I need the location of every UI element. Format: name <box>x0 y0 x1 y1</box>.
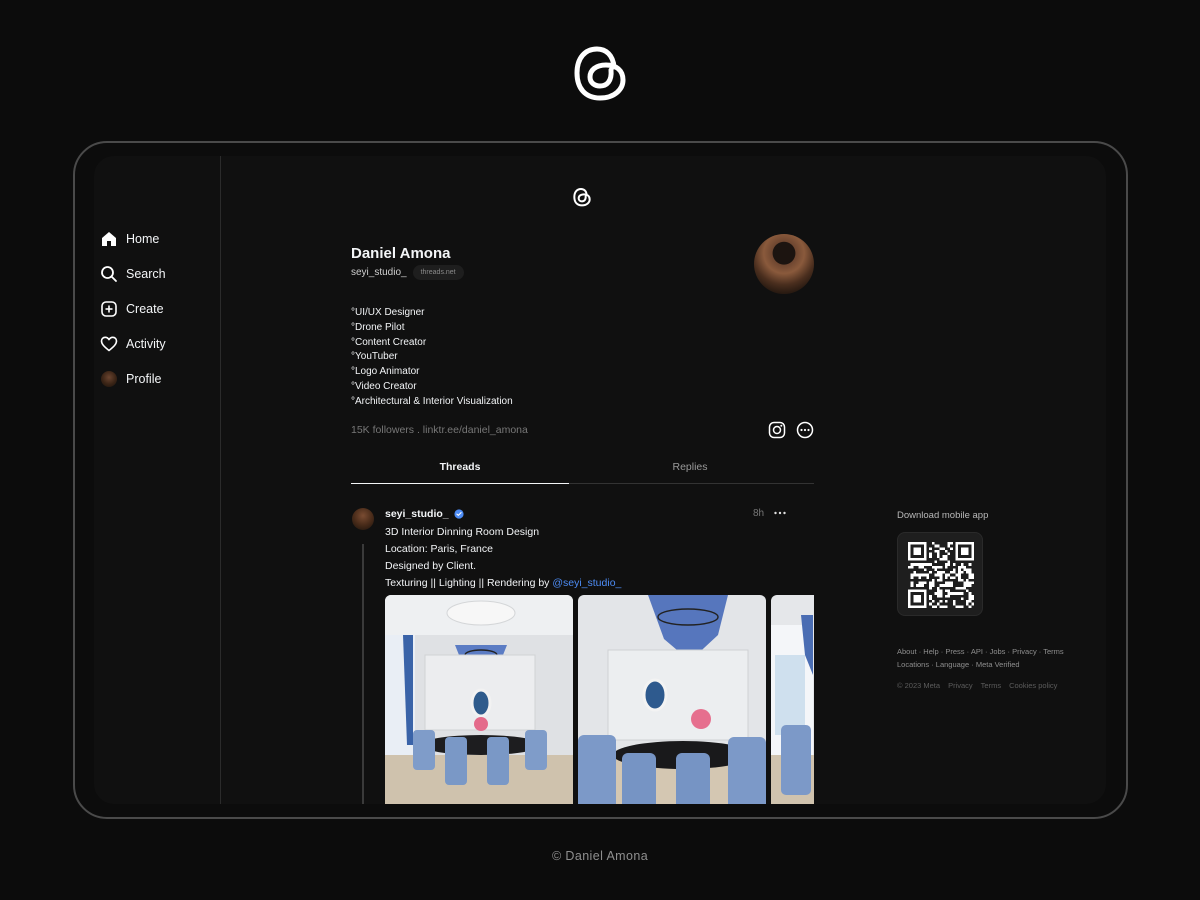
designer-credit: © Daniel Amona <box>551 849 649 863</box>
post-image[interactable] <box>771 595 814 804</box>
profile-name: Daniel Amona <box>351 245 451 262</box>
footer-link[interactable]: Cookies policy <box>1009 681 1057 690</box>
footer-link[interactable]: Help <box>923 647 938 656</box>
download-app-label: Download mobile app <box>897 510 989 521</box>
sidebar-item-search[interactable]: Search <box>100 263 166 285</box>
tab-replies[interactable]: Replies <box>581 454 799 484</box>
post-text-line: Texturing || Lighting || Rendering by @s… <box>385 575 621 592</box>
bio-line: °YouTuber <box>351 351 398 363</box>
bio-line: °Video Creator <box>351 380 417 392</box>
post-text-line: 3D Interior Dinning Room Design <box>385 526 540 538</box>
bio-line: °Drone Pilot <box>351 321 405 333</box>
footer-link[interactable]: About <box>897 647 917 656</box>
post-text-line: Designed by Client. <box>385 560 477 572</box>
footer-link[interactable]: API <box>971 647 983 656</box>
footer-link[interactable]: Privacy <box>948 681 973 690</box>
domain-badge[interactable]: threads.net <box>412 265 464 280</box>
footer-link[interactable]: Locations <box>897 660 929 669</box>
right-column: Download mobile app About · Help · Press… <box>897 156 1097 804</box>
profile-tabs: Threads Replies <box>351 454 814 484</box>
dining-room-render-image <box>385 595 573 804</box>
profile-avatar[interactable] <box>754 234 814 294</box>
bio-line: °Content Creator <box>351 336 427 348</box>
footer-links: About · Help · Press · API · Jobs · Priv… <box>897 647 1064 669</box>
post-media-carousel[interactable] <box>385 595 814 804</box>
post-image[interactable] <box>385 595 573 804</box>
footer-link[interactable]: Terms <box>1043 647 1063 656</box>
post-image[interactable] <box>578 595 766 804</box>
profile-main: Daniel Amona seyi_studio_ threads.net °U… <box>351 156 814 804</box>
sidebar-item-home[interactable]: Home <box>100 228 159 250</box>
sidebar-item-create[interactable]: Create <box>100 298 164 320</box>
instagram-icon[interactable] <box>768 421 786 439</box>
verified-badge-icon <box>454 509 464 519</box>
handle-row: seyi_studio_ threads.net <box>351 265 464 280</box>
post-author-name[interactable]: seyi_studio_ <box>385 508 449 520</box>
avatar <box>101 371 117 387</box>
bio-line: °UI/UX Designer <box>351 307 425 318</box>
sidebar-item-label: Profile <box>126 372 162 386</box>
sidebar-item-label: Create <box>126 302 164 316</box>
post-text-line: Location: Paris, France <box>385 543 493 555</box>
post-time: 8h <box>753 508 765 519</box>
threads-logo-icon <box>574 46 626 101</box>
avatar[interactable] <box>352 508 374 530</box>
bio-line: °Architectural & Interior Visualization <box>351 395 513 407</box>
sidebar-item-label: Search <box>126 267 166 281</box>
dining-room-render-image <box>771 595 814 804</box>
sidebar-item-label: Activity <box>126 337 166 351</box>
footer-link[interactable]: Terms <box>981 681 1001 690</box>
more-options-icon[interactable] <box>771 504 789 522</box>
post-text: Texturing || Lighting || Rendering by <box>385 577 553 589</box>
qr-code[interactable] <box>897 532 983 616</box>
profile-bio: °UI/UX Designer °Drone Pilot °Content Cr… <box>351 306 513 410</box>
home-icon <box>102 232 116 246</box>
tab-threads[interactable]: Threads <box>351 454 569 484</box>
sidebar-item-label: Home <box>126 232 160 246</box>
thread-post: seyi_studio_ 8h 3D Interior Dinning Room… <box>351 504 814 804</box>
search-icon <box>101 266 117 282</box>
more-options-icon[interactable] <box>796 421 814 439</box>
post-body: 3D Interior Dinning Room Design Location… <box>385 524 621 592</box>
footer-bottom: © 2023 Meta Privacy Terms Cookies policy <box>897 681 1057 690</box>
create-icon <box>101 301 117 317</box>
app-screen: Home Search Create Activity Profile Dani… <box>94 156 1106 804</box>
footer-link[interactable]: Press <box>945 647 964 656</box>
mention-link[interactable]: @seyi_studio_ <box>552 577 621 589</box>
footer-link[interactable]: Meta Verified <box>976 660 1020 669</box>
qr-code-icon <box>908 542 974 608</box>
copyright: © 2023 Meta <box>897 681 941 690</box>
dining-room-render-image <box>578 595 766 804</box>
sidebar: Home Search Create Activity Profile <box>94 156 221 804</box>
followers-and-link[interactable]: 15K followers . linktr.ee/daniel_amona <box>351 424 528 436</box>
sidebar-item-activity[interactable]: Activity <box>100 333 166 355</box>
thread-connector-line <box>362 544 364 804</box>
footer-link[interactable]: Language <box>936 660 969 669</box>
footer-link[interactable]: Jobs <box>990 647 1006 656</box>
footer-link[interactable]: Privacy <box>1012 647 1037 656</box>
bio-line: °Logo Animator <box>351 366 420 378</box>
sidebar-item-profile[interactable]: Profile <box>100 368 161 390</box>
heart-icon <box>100 336 118 352</box>
profile-handle: seyi_studio_ <box>351 267 407 278</box>
post-author: seyi_studio_ <box>385 508 464 520</box>
